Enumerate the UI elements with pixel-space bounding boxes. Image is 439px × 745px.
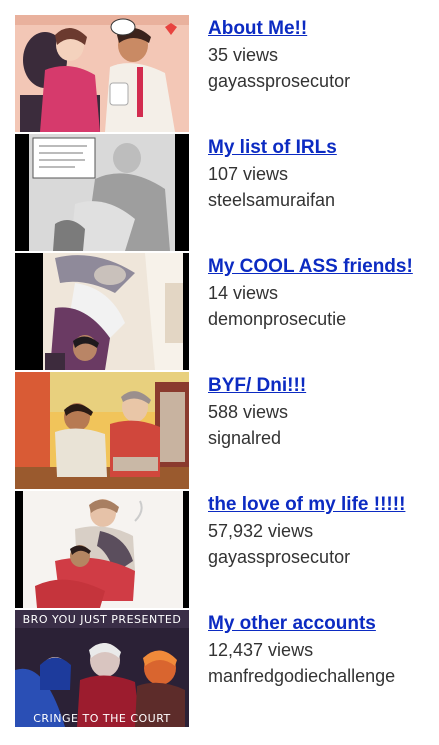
video-thumbnail[interactable]: BRO YOU JUST PRESENTED CRINGE TO THE COU… — [15, 610, 189, 727]
view-count: 35 views — [208, 45, 279, 65]
channel-name: manfredgodiechallenge — [208, 666, 396, 686]
anime-characters-street-thumbnail — [15, 372, 189, 489]
video-title-link[interactable]: BYF/ Dni!!! — [208, 374, 436, 398]
video-title-link[interactable]: My COOL ASS friends! — [208, 255, 436, 279]
channel-name: signalred — [208, 428, 282, 448]
view-count: 14 views — [208, 283, 279, 303]
thumbnail-caption-bottom: CRINGE TO THE COURT — [33, 712, 171, 725]
video-info: the love of my life !!!!! 57,932 views g… — [208, 493, 436, 570]
view-count: 12,437 views — [208, 640, 314, 660]
video-list-item[interactable]: My COOL ASS friends! 14 views demonprose… — [0, 253, 439, 372]
video-thumbnail[interactable] — [15, 372, 189, 489]
channel-name: gayassprosecutor — [208, 71, 351, 91]
video-list-item[interactable]: About Me!! 35 views gayassprosecutor — [0, 15, 439, 134]
meme-courtroom-thumbnail: BRO YOU JUST PRESENTED CRINGE TO THE COU… — [15, 610, 189, 727]
video-list-item[interactable]: BYF/ Dni!!! 588 views signalred — [0, 372, 439, 491]
view-count: 57,932 views — [208, 521, 314, 541]
view-count: 588 views — [208, 402, 289, 422]
anime-characters-sketch-thumbnail — [15, 491, 189, 608]
video-list-item[interactable]: BRO YOU JUST PRESENTED CRINGE TO THE COU… — [0, 610, 439, 729]
video-info: My COOL ASS friends! 14 views demonprose… — [208, 255, 436, 332]
video-info: My list of IRLs 107 views steelsamuraifa… — [208, 136, 436, 213]
video-list-item[interactable]: My list of IRLs 107 views steelsamuraifa… — [0, 134, 439, 253]
video-title-link[interactable]: My other accounts — [208, 612, 436, 636]
thumbnail-caption-top: BRO YOU JUST PRESENTED — [23, 613, 182, 626]
video-title-link[interactable]: the love of my life !!!!! — [208, 493, 436, 517]
related-videos-list: About Me!! 35 views gayassprosecutor My — [0, 15, 439, 729]
video-list-item[interactable]: the love of my life !!!!! 57,932 views g… — [0, 491, 439, 610]
channel-name: demonprosecutie — [208, 309, 347, 329]
channel-name: steelsamuraifan — [208, 190, 336, 210]
anime-characters-embrace-thumbnail — [15, 253, 189, 370]
video-thumbnail[interactable] — [15, 15, 189, 132]
video-info: My other accounts 12,437 views manfredgo… — [208, 612, 436, 689]
grayscale-comic-thumbnail — [15, 134, 189, 251]
video-thumbnail[interactable] — [15, 134, 189, 251]
video-title-link[interactable]: My list of IRLs — [208, 136, 436, 160]
video-thumbnail[interactable] — [15, 253, 189, 370]
video-info: BYF/ Dni!!! 588 views signalred — [208, 374, 436, 451]
video-info: About Me!! 35 views gayassprosecutor — [208, 17, 436, 94]
view-count: 107 views — [208, 164, 289, 184]
channel-name: gayassprosecutor — [208, 547, 351, 567]
anime-characters-couch-thumbnail — [15, 15, 189, 132]
video-thumbnail[interactable] — [15, 491, 189, 608]
video-title-link[interactable]: About Me!! — [208, 17, 436, 41]
